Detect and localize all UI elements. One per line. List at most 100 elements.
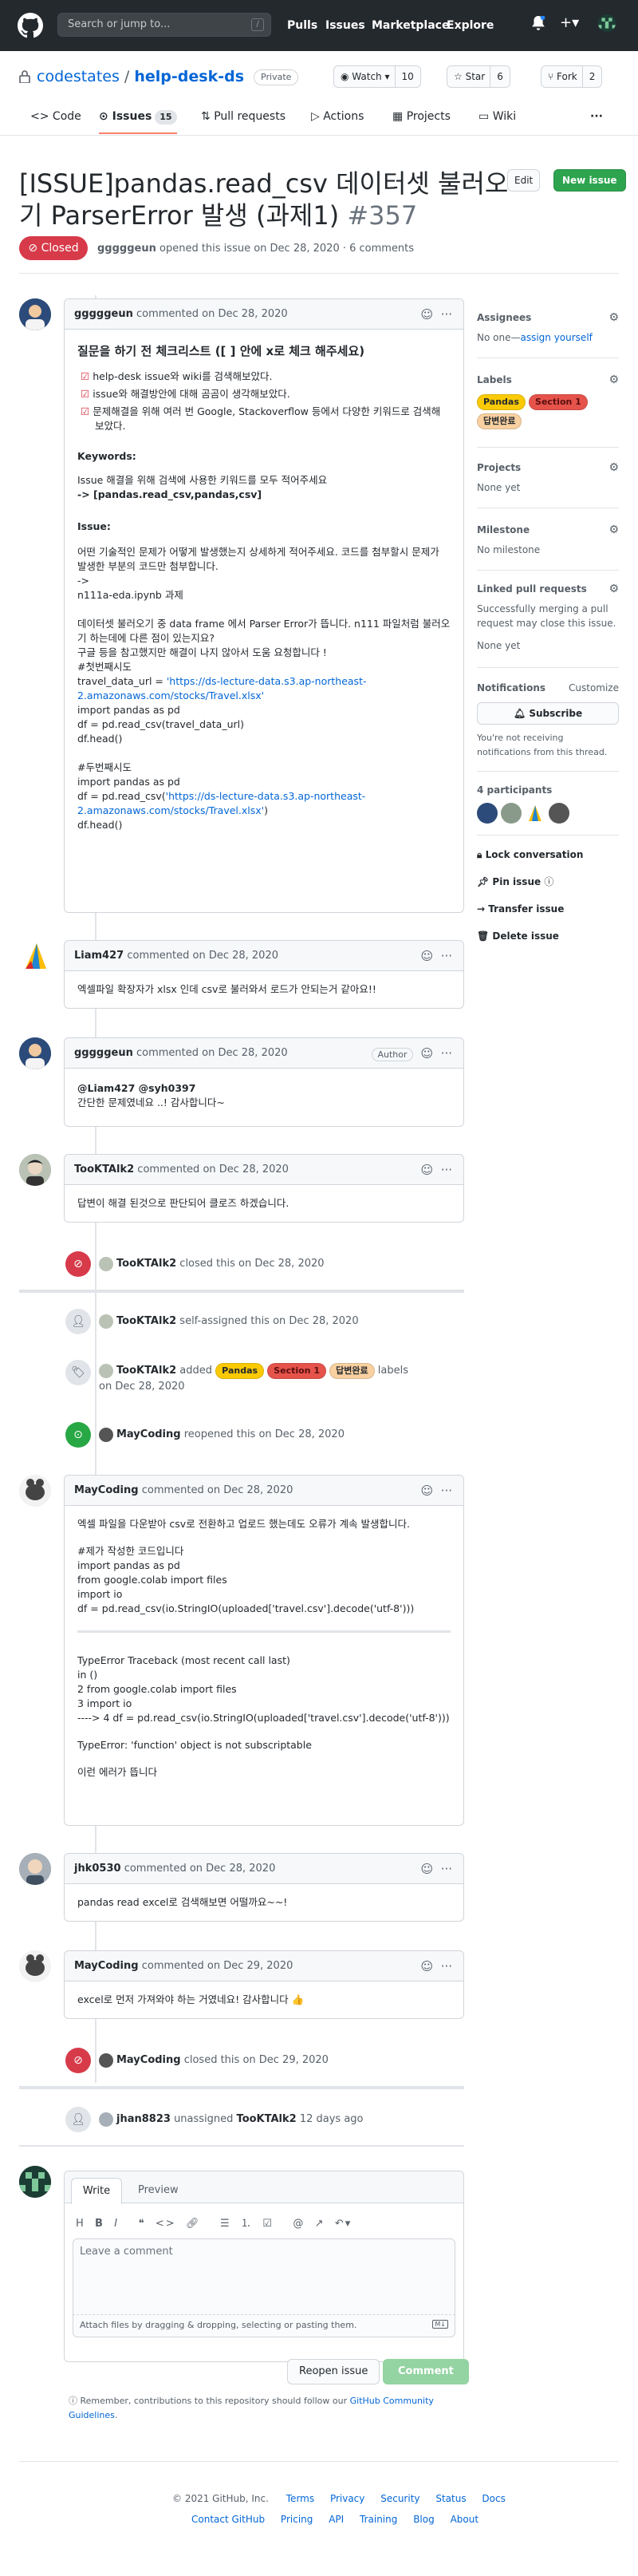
- gear-icon[interactable]: ⚙: [608, 581, 619, 597]
- comment-button[interactable]: Comment: [383, 2359, 469, 2384]
- avatar[interactable]: [477, 803, 498, 824]
- comment-author[interactable]: jhk0530: [74, 1863, 121, 1875]
- create-new-icon[interactable]: +▾: [560, 14, 579, 31]
- kebab-menu-icon[interactable]: ···: [441, 307, 452, 322]
- attach-files-area[interactable]: Attach files by dragging & dropping, sel…: [73, 2315, 455, 2337]
- tab-projects[interactable]: ▦ Projects: [392, 110, 451, 134]
- comment-textarea[interactable]: Leave a comment: [73, 2238, 455, 2315]
- kebab-menu-icon[interactable]: ···: [441, 1862, 452, 1876]
- kebab-menu-icon[interactable]: ···: [441, 949, 452, 963]
- avatar[interactable]: [19, 940, 51, 972]
- issue-author[interactable]: gggggeun: [97, 243, 156, 255]
- avatar[interactable]: [501, 803, 522, 824]
- avatar[interactable]: [19, 1853, 51, 1885]
- footer-about[interactable]: About: [451, 2514, 478, 2525]
- subscribe-button[interactable]: 🔔︎ Subscribe: [477, 702, 619, 725]
- footer-status[interactable]: Status: [435, 2493, 466, 2504]
- delete-issue-link[interactable]: 🗑︎ Delete issue: [477, 929, 619, 943]
- avatar[interactable]: [525, 803, 545, 824]
- watch-button[interactable]: ◉ Watch ▾ 10: [333, 65, 421, 88]
- checked-box-icon[interactable]: ☑: [81, 388, 89, 400]
- event-user[interactable]: TooKTAlk2: [116, 1365, 176, 1377]
- label-section1[interactable]: Section 1: [529, 394, 588, 410]
- comment-author[interactable]: Liam427: [74, 950, 124, 962]
- event-user[interactable]: TooKTAlk2: [116, 1258, 176, 1270]
- tab-issues[interactable]: ⊙ Issues 15: [99, 110, 177, 134]
- event-user[interactable]: TooKTAlk2: [116, 1315, 176, 1327]
- projects-heading[interactable]: Projects ⚙: [477, 460, 619, 476]
- bold-icon[interactable]: B: [95, 2218, 104, 2230]
- footer-pricing[interactable]: Pricing: [281, 2514, 313, 2525]
- comment-time[interactable]: commented on Dec 28, 2020: [127, 950, 278, 962]
- reply-icon[interactable]: ↶▾: [335, 2218, 352, 2230]
- comment-author[interactable]: MayCoding: [74, 1960, 139, 1972]
- label-pandas[interactable]: Pandas: [215, 1363, 265, 1379]
- preview-tab[interactable]: Preview: [138, 2184, 179, 2196]
- gear-icon[interactable]: ⚙: [608, 310, 619, 326]
- label-pandas[interactable]: Pandas: [477, 394, 526, 410]
- kebab-menu-icon[interactable]: ···: [441, 1046, 452, 1061]
- numbered-list-icon[interactable]: ⒈: [241, 2218, 253, 2230]
- checked-box-icon[interactable]: ☑: [81, 370, 89, 382]
- customize-link[interactable]: Customize: [569, 680, 619, 696]
- gear-icon[interactable]: ⚙: [608, 460, 619, 476]
- edit-button[interactable]: Edit: [507, 169, 541, 192]
- comment-author[interactable]: gggggeun: [74, 308, 133, 320]
- transfer-issue-link[interactable]: → Transfer issue: [477, 902, 619, 916]
- tab-actions[interactable]: ▷ Actions: [311, 110, 364, 134]
- event-target-user[interactable]: TooKTAlk2: [237, 2113, 297, 2125]
- emoji-reaction-icon[interactable]: ☺: [421, 1862, 434, 1876]
- event-user[interactable]: jhan8823: [116, 2113, 171, 2125]
- avatar[interactable]: [549, 803, 569, 824]
- avatar[interactable]: [99, 1363, 113, 1378]
- more-tabs-icon[interactable]: ···: [590, 110, 603, 134]
- mention-icon[interactable]: @: [293, 2218, 305, 2230]
- label-answered[interactable]: 답변완료: [329, 1363, 375, 1379]
- quote-icon[interactable]: ❝: [139, 2218, 146, 2230]
- nav-issues[interactable]: Issues: [325, 19, 365, 32]
- comment-time[interactable]: commented on Dec 29, 2020: [142, 1960, 293, 1972]
- footer-docs[interactable]: Docs: [482, 2493, 505, 2504]
- emoji-reaction-icon[interactable]: ☺: [421, 1484, 434, 1498]
- new-issue-button[interactable]: New issue: [553, 169, 626, 192]
- task-list-icon[interactable]: ☑: [262, 2218, 274, 2230]
- emoji-reaction-icon[interactable]: ☺: [421, 1959, 434, 1973]
- repo-name-link[interactable]: help-desk-ds: [134, 68, 244, 85]
- write-tab[interactable]: Write: [71, 2178, 122, 2204]
- event-user[interactable]: MayCoding: [116, 1428, 181, 1440]
- assignees-heading[interactable]: Assignees ⚙: [477, 310, 619, 326]
- comment-time[interactable]: commented on Dec 28, 2020: [137, 1164, 289, 1175]
- avatar[interactable]: [99, 1427, 113, 1442]
- avatar[interactable]: [19, 1475, 51, 1507]
- nav-pulls[interactable]: Pulls: [287, 19, 317, 32]
- bullet-list-icon[interactable]: ☰: [220, 2218, 231, 2230]
- italic-icon[interactable]: I: [114, 2218, 119, 2230]
- comment-time[interactable]: commented on Dec 28, 2020: [136, 308, 288, 320]
- footer-api[interactable]: API: [329, 2514, 344, 2525]
- repo-owner-link[interactable]: codestates: [37, 68, 120, 85]
- kebab-menu-icon[interactable]: ···: [441, 1484, 452, 1498]
- label-answered[interactable]: 답변완료: [477, 413, 522, 429]
- avatar[interactable]: [99, 2112, 113, 2127]
- emoji-reaction-icon[interactable]: ☺: [421, 949, 434, 963]
- footer-terms[interactable]: Terms: [286, 2493, 314, 2504]
- comment-time[interactable]: commented on Dec 28, 2020: [136, 1047, 288, 1059]
- cross-reference-icon[interactable]: ↗: [315, 2218, 325, 2230]
- tab-wiki[interactable]: ▭ Wiki: [478, 110, 516, 134]
- gear-icon[interactable]: ⚙: [608, 522, 619, 538]
- avatar[interactable]: [19, 1154, 51, 1186]
- search-input[interactable]: Search or jump to... /: [57, 13, 271, 37]
- star-button[interactable]: ☆ Star 6: [447, 65, 510, 88]
- lock-conversation-link[interactable]: 🔒︎ Lock conversation: [477, 847, 619, 862]
- comment-author[interactable]: TooKTAlk2: [74, 1164, 134, 1175]
- footer-contact[interactable]: Contact GitHub: [191, 2514, 265, 2525]
- emoji-reaction-icon[interactable]: ☺: [421, 1163, 434, 1177]
- tab-pull-requests[interactable]: ⇅ Pull requests: [201, 110, 286, 134]
- github-logo-icon[interactable]: [18, 13, 43, 38]
- footer-security[interactable]: Security: [380, 2493, 419, 2504]
- mentions[interactable]: @Liam427 @syh0397: [77, 1081, 451, 1096]
- notification-bell-icon[interactable]: [531, 16, 545, 32]
- linked-prs-heading[interactable]: Linked pull requests ⚙: [477, 581, 619, 597]
- avatar[interactable]: [99, 1256, 113, 1271]
- comment-time[interactable]: commented on Dec 28, 2020: [124, 1863, 276, 1875]
